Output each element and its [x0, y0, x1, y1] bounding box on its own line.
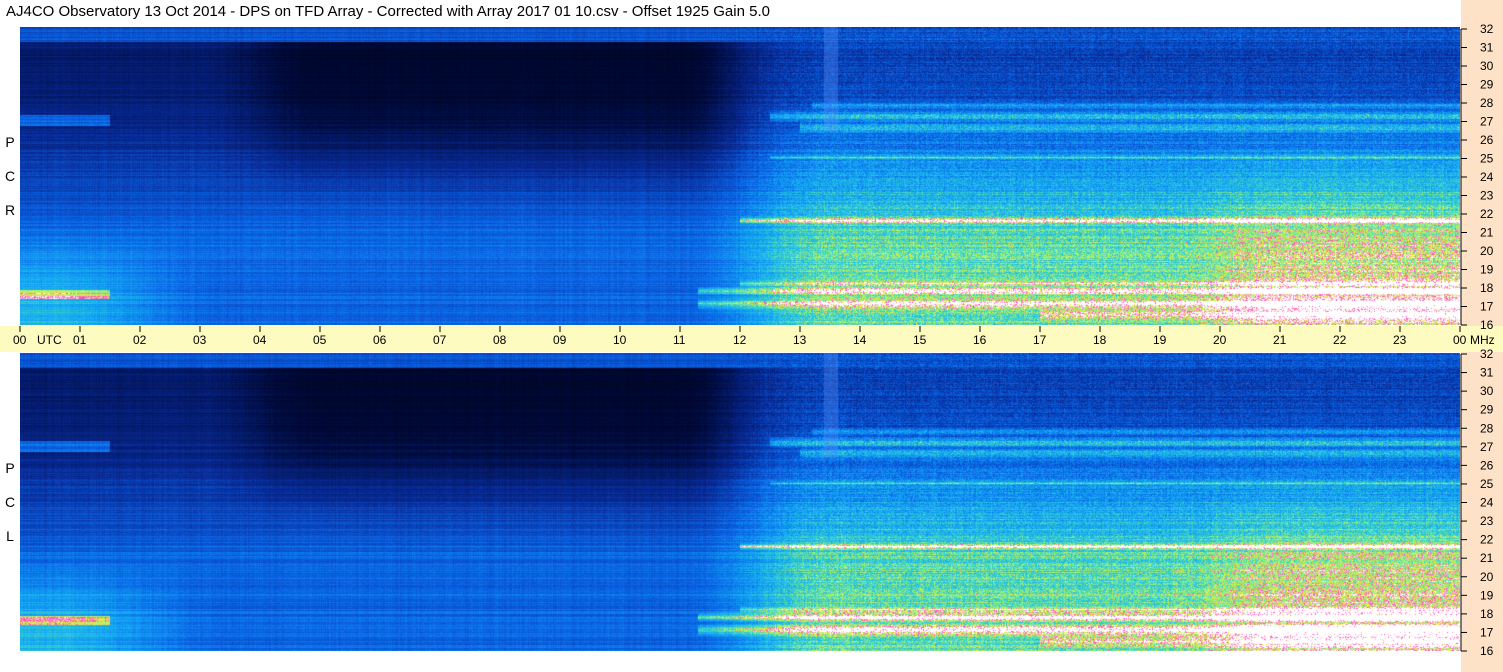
rcp-freq-tick-label-23: 23: [1480, 189, 1494, 203]
utc-tick-label-1: 01: [73, 333, 87, 347]
rcp-freq-tick-label-26: 26: [1480, 133, 1494, 147]
utc-tick-label-11: 11: [673, 333, 686, 347]
lcp-freq-tick-label-22: 22: [1480, 533, 1494, 547]
utc-tick-label-16: 16: [973, 333, 987, 347]
rcp-freq-tick-label-18: 18: [1480, 281, 1494, 295]
utc-tick-label-23: 23: [1393, 333, 1407, 347]
utc-tick-label-0: 00: [13, 333, 27, 347]
utc-tick-label-17: 17: [1033, 333, 1047, 347]
rcp-freq-tick-label-25: 25: [1480, 152, 1494, 166]
rcp-freq-tick-label-28: 28: [1480, 96, 1494, 110]
lcp-freq-tick-label-20: 20: [1480, 570, 1494, 584]
lcp-freq-tick-label-26: 26: [1480, 458, 1494, 472]
rcp-freq-tick-label-21: 21: [1480, 226, 1494, 240]
lcp-freq-tick-label-28: 28: [1480, 421, 1494, 435]
rcp-freq-tick-label-27: 27: [1480, 115, 1494, 129]
utc-tick-label-10: 10: [613, 333, 627, 347]
lcp-freq-tick-label-32: 32: [1480, 347, 1494, 361]
utc-tick-label-22: 22: [1333, 333, 1347, 347]
utc-tick-label-4: 04: [253, 333, 267, 347]
utc-tick-label-9: 09: [553, 333, 567, 347]
utc-tick-label-14: 14: [853, 333, 867, 347]
lcp-freq-tick-label-18: 18: [1480, 607, 1494, 621]
rcp-freq-tick-label-16: 16: [1480, 318, 1494, 332]
lcp-freq-tick-label-27: 27: [1480, 440, 1494, 454]
utc-tick-label-19: 19: [1153, 333, 1167, 347]
lcp-freq-tick-label-23: 23: [1480, 514, 1494, 528]
lcp-freq-tick-label-19: 19: [1480, 588, 1494, 602]
lcp-freq-tick-label-25: 25: [1480, 477, 1494, 491]
rcp-freq-tick-label-20: 20: [1480, 244, 1494, 258]
utc-tick-label-13: 13: [793, 333, 807, 347]
lcp-freq-tick-label-21: 21: [1480, 551, 1494, 565]
lcp-freq-tick-label-31: 31: [1480, 366, 1494, 380]
rcp-freq-tick-label-17: 17: [1480, 300, 1494, 314]
utc-tick-label-21: 21: [1273, 333, 1287, 347]
utc-tick-label-5: 05: [313, 333, 327, 347]
lcp-freq-tick-label-16: 16: [1480, 644, 1494, 658]
rcp-freq-tick-label-24: 24: [1480, 170, 1494, 184]
utc-tick-label-20: 20: [1213, 333, 1227, 347]
rcp-freq-tick-label-30: 30: [1480, 59, 1494, 73]
utc-unit-label: UTC: [37, 333, 62, 347]
lcp-freq-tick-label-17: 17: [1480, 625, 1494, 639]
rcp-freq-tick-label-19: 19: [1480, 263, 1494, 277]
utc-tick-label-7: 07: [433, 333, 447, 347]
utc-tick-label-2: 02: [133, 333, 147, 347]
utc-tick-label-12: 12: [733, 333, 747, 347]
utc-tick-label-8: 08: [493, 333, 507, 347]
chart-axes: 00 01 02 03 04 05 06 07 08 09 10 11 12 13 14 15 16 17 18 19…: [13, 22, 1495, 658]
mhz-unit-label: MHz: [1470, 333, 1495, 347]
utc-tick-label-6: 06: [373, 333, 387, 347]
utc-tick-label-3: 03: [193, 333, 207, 347]
lcp-freq-tick-label-30: 30: [1480, 384, 1494, 398]
utc-tick-label-18: 18: [1093, 333, 1107, 347]
rcp-freq-tick-label-32: 32: [1480, 22, 1494, 36]
rcp-freq-tick-label-31: 31: [1480, 41, 1494, 55]
lcp-freq-tick-label-24: 24: [1480, 496, 1494, 510]
rcp-freq-tick-label-29: 29: [1480, 78, 1494, 92]
utc-tick-label-15: 15: [913, 333, 927, 347]
rcp-freq-tick-label-22: 22: [1480, 207, 1494, 221]
utc-tick-label-24: 00: [1453, 333, 1467, 347]
lcp-freq-tick-label-29: 29: [1480, 403, 1494, 417]
